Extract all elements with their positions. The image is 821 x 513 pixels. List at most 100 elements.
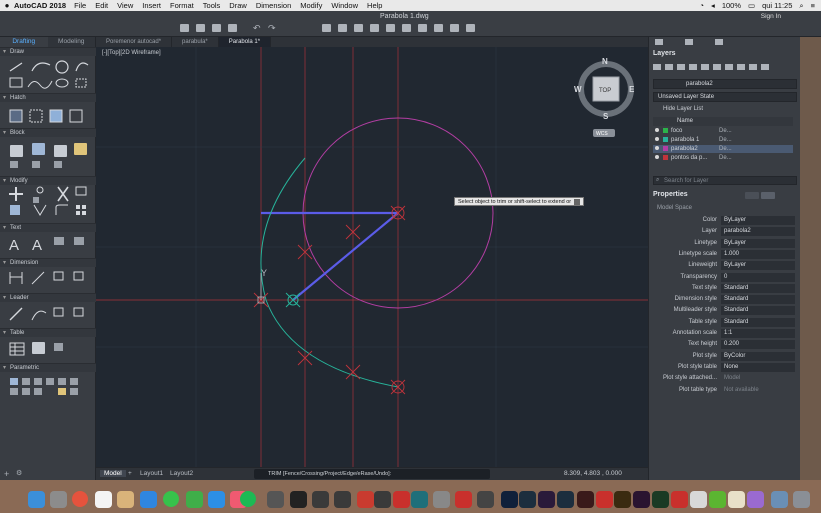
- spotify-icon[interactable]: [240, 491, 256, 507]
- block-small-3-icon[interactable]: [54, 161, 62, 168]
- app-icon-10[interactable]: [709, 491, 726, 508]
- circle-tool-icon[interactable]: [55, 60, 69, 74]
- text-style-icon[interactable]: [54, 237, 64, 245]
- app-icon-1[interactable]: [312, 491, 329, 508]
- properties-tool-icon[interactable]: [370, 24, 379, 32]
- acrobat-icon[interactable]: [671, 491, 688, 508]
- create-block-icon[interactable]: [32, 143, 45, 155]
- viewcube-south[interactable]: S: [603, 112, 609, 121]
- app-icon-8[interactable]: [596, 491, 613, 508]
- multileader-icon[interactable]: [9, 307, 23, 321]
- layer-visible-icon[interactable]: [655, 146, 659, 150]
- menu-draw[interactable]: Draw: [229, 1, 247, 10]
- property-value[interactable]: ByLayer: [721, 216, 795, 225]
- layer-search-box[interactable]: ⌕ Search for Layer: [653, 176, 797, 185]
- app-icon-3[interactable]: [374, 491, 391, 508]
- layer-tool-2-icon[interactable]: [665, 64, 673, 70]
- measure-icon[interactable]: [418, 24, 427, 32]
- spline-tool-icon[interactable]: [27, 80, 53, 89]
- property-row[interactable]: Color ByLayer: [649, 215, 801, 226]
- save-icon[interactable]: [212, 24, 221, 32]
- property-row[interactable]: Table style Standard: [649, 317, 801, 328]
- clock[interactable]: qui 11:25: [762, 1, 792, 10]
- command-line[interactable]: TRIM [Fence/Crossing/Project/Edge/eRase/…: [254, 469, 490, 479]
- properties-toggle-2[interactable]: [761, 192, 775, 199]
- property-value[interactable]: ByLayer: [721, 261, 795, 271]
- trim-tool-icon[interactable]: [57, 186, 69, 202]
- layer-color-swatch[interactable]: [663, 136, 668, 142]
- layer-tool-3-icon[interactable]: [677, 64, 685, 70]
- property-row[interactable]: Transparency 0: [649, 272, 801, 283]
- plot-icon[interactable]: [322, 24, 331, 32]
- layer-tool-1-icon[interactable]: [653, 64, 661, 70]
- wcs-label[interactable]: WCS: [596, 131, 608, 137]
- boundary-tool-icon[interactable]: [29, 109, 43, 123]
- match-icon[interactable]: [354, 24, 363, 32]
- layer-tool-10-icon[interactable]: [761, 64, 769, 70]
- property-value[interactable]: Standard: [721, 295, 795, 305]
- apple-icon[interactable]: ●: [0, 1, 14, 10]
- viewcube[interactable]: TOP N S E W WCS: [574, 57, 635, 137]
- lightroom-icon[interactable]: [519, 491, 536, 508]
- lock-constraint-icon[interactable]: [58, 388, 66, 395]
- constraint-6-icon[interactable]: [70, 378, 78, 385]
- insert-block-icon[interactable]: [10, 145, 23, 157]
- menu-file[interactable]: File: [74, 1, 86, 10]
- tab-parabola-1[interactable]: Parabola 1*: [218, 37, 272, 47]
- contacts-icon[interactable]: [117, 491, 134, 508]
- constraint-7-icon[interactable]: [10, 388, 18, 395]
- property-row[interactable]: Dimension style Standard: [649, 294, 801, 305]
- open-file-icon[interactable]: [196, 24, 205, 32]
- calc-icon[interactable]: [386, 24, 395, 32]
- layer-tool-7-icon[interactable]: [725, 64, 733, 70]
- battery-percent[interactable]: 100%: [722, 1, 741, 10]
- property-value[interactable]: Standard: [721, 283, 795, 293]
- polyline-tool-icon[interactable]: [31, 62, 51, 72]
- app-icon-9[interactable]: [690, 491, 707, 508]
- current-layer-select[interactable]: parabola2: [653, 79, 797, 89]
- property-row[interactable]: Linetype scale 1.000: [649, 249, 801, 260]
- property-value[interactable]: 0.200: [721, 340, 795, 350]
- mirror-tool-icon[interactable]: [33, 204, 47, 216]
- dim-aligned-icon[interactable]: [31, 271, 45, 285]
- share-icon[interactable]: [450, 24, 459, 32]
- add-palette-icon[interactable]: +: [4, 469, 9, 479]
- property-row[interactable]: Text style Standard: [649, 283, 801, 294]
- layer-tool-5-icon[interactable]: [701, 64, 709, 70]
- menu-help[interactable]: Help: [367, 1, 382, 10]
- layer-row-selected[interactable]: parabola2 De...: [653, 145, 793, 153]
- dim-angle-icon[interactable]: [73, 271, 84, 281]
- property-value[interactable]: Standard: [721, 306, 795, 316]
- property-value[interactable]: 0: [721, 272, 795, 282]
- property-value[interactable]: None: [721, 362, 795, 372]
- leader-collect-icon[interactable]: [73, 307, 84, 317]
- property-row[interactable]: Multileader style Standard: [649, 305, 801, 316]
- save-as-icon[interactable]: [228, 24, 237, 32]
- menu-dimension[interactable]: Dimension: [256, 1, 291, 10]
- app-icon-4[interactable]: [433, 491, 450, 508]
- block-small-2-icon[interactable]: [32, 161, 40, 168]
- constraint-4-icon[interactable]: [46, 378, 54, 385]
- chrome-icon[interactable]: [72, 491, 88, 507]
- move-tool-icon[interactable]: [9, 187, 23, 201]
- app-icon-7[interactable]: [577, 491, 594, 508]
- layer-row[interactable]: foco De...: [653, 127, 793, 135]
- menu-list-icon[interactable]: ≡: [811, 1, 815, 10]
- quicktime-icon[interactable]: [290, 491, 307, 508]
- menu-tools[interactable]: Tools: [203, 1, 221, 10]
- layer-visible-icon[interactable]: [655, 137, 659, 141]
- layer-tool-6-icon[interactable]: [713, 64, 721, 70]
- property-value[interactable]: ByLayer: [721, 238, 795, 248]
- single-line-text-icon[interactable]: A: [32, 237, 42, 254]
- filezilla-icon[interactable]: [357, 491, 374, 508]
- layer-tool-9-icon[interactable]: [749, 64, 757, 70]
- parabola-curve[interactable]: [260, 157, 399, 388]
- view-tool-icon[interactable]: [402, 24, 411, 32]
- property-row[interactable]: Lineweight ByLayer: [649, 260, 801, 271]
- tab-model[interactable]: Model: [100, 470, 126, 477]
- constraint-8-icon[interactable]: [22, 388, 30, 395]
- tooltip-options-icon[interactable]: [574, 198, 581, 205]
- layer-color-swatch[interactable]: [663, 154, 668, 160]
- point-tool-icon[interactable]: [75, 78, 87, 88]
- column-name[interactable]: Name: [677, 118, 693, 124]
